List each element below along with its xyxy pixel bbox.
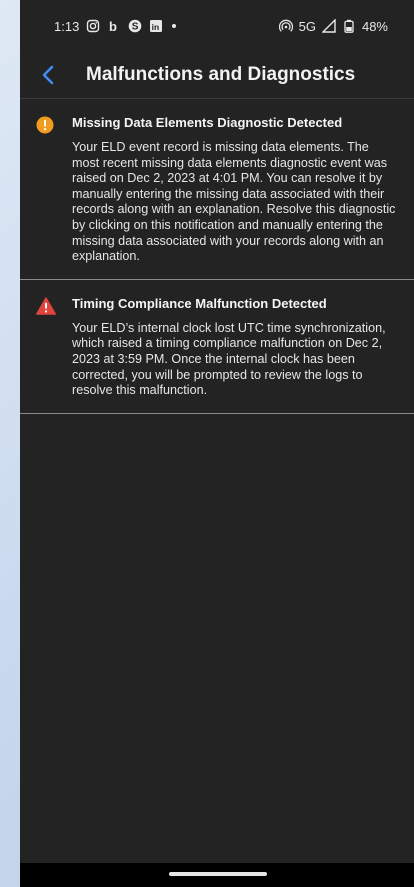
app-bar: Malfunctions and Diagnostics [20,52,414,99]
notification-dot [172,24,177,28]
battery-icon [342,19,356,33]
svg-text:S: S [132,22,139,33]
battery-percent: 48% [361,18,388,34]
list-item-description: Your ELD’s internal clock lost UTC time … [72,320,386,398]
status-time: 1:13 [54,18,80,34]
list-item-body: Timing Compliance Malfunction Detected Y… [72,294,396,399]
network-label: 5G [298,18,316,34]
back-button[interactable] [26,52,70,98]
b-app-icon: b [107,19,121,33]
status-left: 1:13 b S in [54,18,177,34]
page-title: Malfunctions and Diagnostics [86,64,356,85]
status-bar: 1:13 b S in 5G 48% [20,0,414,52]
svg-text:b: b [109,19,117,33]
phone-screen: 1:13 b S in 5G 48% Malfunctions and Diag… [20,0,414,887]
gesture-bar [20,863,414,887]
svg-text:in: in [152,22,160,32]
instagram-icon [86,19,100,33]
diagnostics-list: Missing Data Elements Diagnostic Detecte… [20,99,414,414]
hotspot-icon [278,19,293,33]
warning-circle-icon [36,116,56,265]
list-item-title: Timing Compliance Malfunction Detected [72,295,327,311]
chevron-left-icon [42,65,54,85]
list-item-description: Your ELD event record is missing data el… [72,140,396,264]
linkedin-icon: in [149,19,163,33]
list-item-timing-compliance[interactable]: Timing Compliance Malfunction Detected Y… [20,280,414,414]
warning-triangle-icon [36,297,56,399]
list-item-body: Missing Data Elements Diagnostic Detecte… [72,113,396,265]
status-right: 5G 48% [278,18,388,34]
s-app-icon: S [128,19,142,33]
home-indicator[interactable] [169,872,267,876]
signal-icon [321,19,336,33]
list-item-title: Missing Data Elements Diagnostic Detecte… [72,115,343,130]
list-item-missing-data[interactable]: Missing Data Elements Diagnostic Detecte… [20,99,414,280]
